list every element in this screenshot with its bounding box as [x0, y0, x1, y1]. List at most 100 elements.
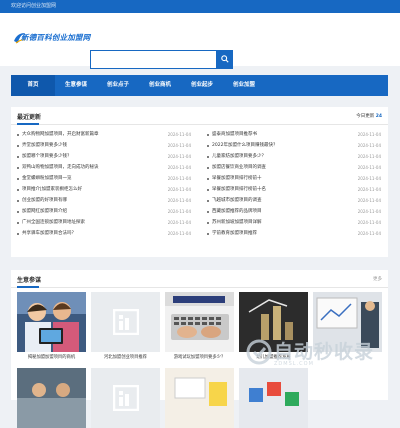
news-title-link[interactable]: 苏州新加坡加盟项目详解 — [212, 217, 262, 228]
news-title-link[interactable]: 共享驿车加盟项目合法吗？ — [22, 228, 76, 239]
news-title-link[interactable]: 2022年加盟什么项目赚钱最快？ — [212, 140, 277, 151]
business-card[interactable]: 游戏试玩加盟项目要多少？ — [165, 292, 234, 364]
bullet-icon — [207, 133, 209, 136]
nav-item-home[interactable]: 首页 — [11, 75, 55, 96]
bullet-icon — [17, 166, 19, 169]
news-item[interactable]: 儿童家纺加盟项目要多少？ 2024-11-04 — [207, 151, 383, 162]
news-date: 2024-11-04 — [357, 209, 381, 214]
bullet-icon — [207, 144, 209, 147]
news-item[interactable]: 西藏加盟推荐的品牌项目 2024-11-04 — [207, 206, 383, 217]
business-reference-header: 生意参谋 更多 — [11, 270, 388, 288]
news-date: 2024-11-04 — [357, 187, 381, 192]
news-date: 2024-11-04 — [167, 143, 191, 148]
image-placeholder-icon — [112, 309, 139, 335]
news-item[interactable]: 早餐加盟项目排行榜前十名 2024-11-04 — [207, 184, 383, 195]
latest-updates-panel: 最近更新 今日更新 24 大众购物网加盟项目，开启财富新篇章 2024-11-04… — [11, 107, 388, 257]
top-welcome-bar: 欢迎访问创业加盟网 — [0, 0, 400, 13]
news-title-link[interactable]: 早餐加盟项目排行榜前十名 — [212, 184, 266, 195]
main-nav: 首页 生意参谋 创业点子 创业商机 创业起步 创业加盟 — [11, 75, 388, 96]
news-date: 2024-11-04 — [167, 165, 191, 170]
news-date: 2024-11-04 — [357, 176, 381, 181]
search-box — [90, 49, 233, 69]
bullet-icon — [17, 232, 19, 235]
news-title-link[interactable]: 广州全国连锁加盟项目地址探索 — [22, 217, 85, 228]
news-title-link[interactable]: 学前教育加盟项目推荐 — [212, 228, 257, 239]
bullet-icon — [207, 177, 209, 180]
news-date: 2024-11-04 — [167, 220, 191, 225]
news-title-link[interactable]: 创业加盟的好项目有哪 — [22, 195, 67, 206]
news-item[interactable]: 创业加盟的好项目有哪 2024-11-04 — [17, 195, 193, 206]
business-card[interactable]: 揭秘加盟加盟项目的商机 — [17, 292, 86, 364]
news-title-link[interactable]: 西藏加盟推荐的品牌项目 — [212, 206, 262, 217]
news-item[interactable]: 弄堂加盟项目要多少钱 2024-11-04 — [17, 140, 193, 151]
nav-item-franchise[interactable]: 创业加盟 — [223, 75, 265, 96]
news-title-link[interactable]: 早餐加盟项目排行榜前十 — [212, 173, 262, 184]
site-header: 新德百科创业加盟网 — [0, 13, 400, 69]
news-column-right: 盛泰商加盟项目推荐书 2024-11-04 2022年加盟什么项目赚钱最快？ 2024… — [207, 129, 383, 239]
news-title-link[interactable]: 双鸭山购物加盟项目，走向成功的秘诀 — [22, 162, 99, 173]
news-title-link[interactable]: 弄堂加盟项目要多少钱 — [22, 140, 67, 151]
news-item[interactable]: 项目推介|加盟家装橱柜怎么好 2024-11-04 — [17, 184, 193, 195]
nav-item-business-reference[interactable]: 生意参谋 — [55, 75, 97, 96]
news-item[interactable]: 2022年加盟什么项目赚钱最快？ 2024-11-04 — [207, 140, 383, 151]
news-item[interactable]: 盛泰商加盟项目推荐书 2024-11-04 — [207, 129, 383, 140]
news-title-link[interactable]: 加盟哪个项目要多少钱？ — [22, 151, 72, 162]
news-date: 2024-11-04 — [357, 231, 381, 236]
nav-item-getting-started[interactable]: 创业起步 — [181, 75, 223, 96]
card-thumbnail-placeholder[interactable] — [91, 368, 160, 428]
news-item[interactable]: 广州全国连锁加盟项目地址探索 2024-11-04 — [17, 217, 193, 228]
news-title-link[interactable]: 儿童家纺加盟项目要多少？ — [212, 151, 266, 162]
news-date: 2024-11-04 — [167, 176, 191, 181]
news-item[interactable]: 加盟网红加盟项目介绍 2024-11-04 — [17, 206, 193, 217]
news-title-link[interactable]: 盛泰商加盟项目推荐书 — [212, 129, 257, 140]
news-date: 2024-11-04 — [357, 154, 381, 159]
card-caption[interactable]: 河北加盟创业项目推荐 — [91, 352, 160, 364]
card-caption[interactable]: 游戏试玩加盟项目要多少？ — [165, 352, 234, 364]
bullet-icon — [207, 221, 209, 224]
business-reference-title: 生意参谋 — [17, 277, 42, 284]
card-thumbnail-laptop[interactable] — [165, 292, 234, 352]
watermark-subtext: ZDMSL.COM — [274, 361, 314, 367]
bullet-icon — [17, 155, 19, 158]
business-card[interactable] — [91, 368, 160, 428]
search-input[interactable] — [93, 52, 215, 66]
today-update-count: 今日更新 24 — [356, 113, 382, 119]
news-item[interactable]: 双鸭山购物加盟项目，走向成功的秘诀 2024-11-04 — [17, 162, 193, 173]
news-item[interactable]: 共享驿车加盟项目合法吗？ 2024-11-04 — [17, 228, 193, 239]
news-title-link[interactable]: 加盟网红加盟项目介绍 — [22, 206, 67, 217]
news-item[interactable]: 金堂螺蛳粉加盟项目一览 2024-11-04 — [17, 173, 193, 184]
news-item[interactable]: 加盟店餐饮商业项目的调查 2024-11-04 — [207, 162, 383, 173]
bullet-icon — [17, 133, 19, 136]
news-title-link[interactable]: 金堂螺蛳粉加盟项目一览 — [22, 173, 72, 184]
business-card[interactable] — [239, 368, 308, 428]
news-item[interactable]: 早餐加盟项目排行榜前十 2024-11-04 — [207, 173, 383, 184]
latest-updates-header: 最近更新 今日更新 24 — [11, 107, 388, 125]
news-title-link[interactable]: 项目推介|加盟家装橱柜怎么好 — [22, 184, 82, 195]
news-item[interactable]: 飞越城市加盟项目的调查 2024-11-04 — [207, 195, 383, 206]
card-thumbnail-office[interactable] — [17, 368, 86, 428]
news-date: 2024-11-04 — [167, 231, 191, 236]
business-card[interactable]: 河北加盟创业项目推荐 — [91, 292, 160, 364]
today-update-label: 今日更新 — [356, 114, 375, 119]
news-item[interactable]: 学前教育加盟项目推荐 2024-11-04 — [207, 228, 383, 239]
news-item[interactable]: 大众购物网加盟项目，开启财富新篇章 2024-11-04 — [17, 129, 193, 140]
card-caption[interactable]: 揭秘加盟加盟项目的商机 — [17, 352, 86, 364]
card-thumbnail-blocks[interactable] — [239, 368, 308, 428]
news-date: 2024-11-04 — [167, 209, 191, 214]
site-logo[interactable]: 新德百科创业加盟网 — [21, 32, 90, 43]
search-button[interactable] — [216, 49, 233, 69]
business-card[interactable] — [165, 368, 234, 428]
more-link[interactable]: 更多 — [373, 276, 382, 282]
news-title-link[interactable]: 飞越城市加盟项目的调查 — [212, 195, 262, 206]
news-title-link[interactable]: 加盟店餐饮商业项目的调查 — [212, 162, 266, 173]
business-card[interactable] — [17, 368, 86, 428]
news-item[interactable]: 加盟哪个项目要多少钱？ 2024-11-04 — [17, 151, 193, 162]
nav-item-business-opportunities[interactable]: 创业商机 — [139, 75, 181, 96]
news-item[interactable]: 苏州新加坡加盟项目详解 2024-11-04 — [207, 217, 383, 228]
card-thumbnail-placeholder[interactable] — [91, 292, 160, 352]
nav-item-startup-ideas[interactable]: 创业点子 — [97, 75, 139, 96]
news-title-link[interactable]: 大众购物网加盟项目，开启财富新篇章 — [22, 129, 99, 140]
bullet-icon — [17, 188, 19, 191]
card-thumbnail-kids-tablet[interactable] — [17, 292, 86, 352]
card-thumbnail-desk[interactable] — [165, 368, 234, 428]
